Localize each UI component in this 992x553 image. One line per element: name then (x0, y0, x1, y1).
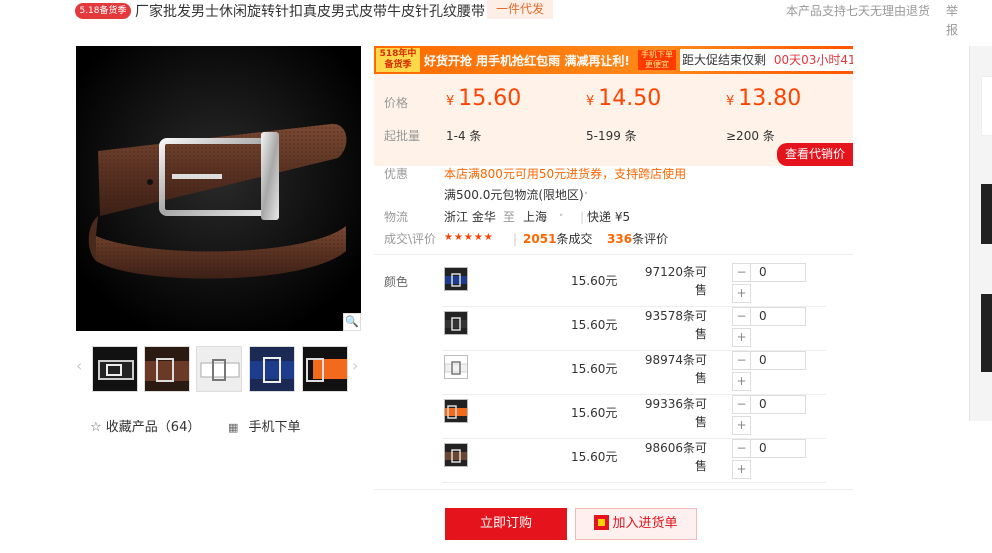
discount-text[interactable]: 本店满800元可用50元进货券，支持跨店使用 (444, 165, 686, 182)
decrement-button[interactable]: − (732, 351, 751, 370)
deals-label: 成交\评价 (384, 232, 437, 246)
price-tier-2: ¥14.50 (586, 86, 662, 111)
dropship-tag[interactable]: 一件代发 (487, 0, 554, 19)
star-icon: ☆ (90, 420, 102, 435)
increment-button[interactable]: + (732, 372, 751, 391)
rating-stars: ★★★★★ (444, 232, 494, 243)
sku-swatch[interactable] (444, 355, 468, 379)
chevron-left-icon[interactable]: ‹ (76, 356, 82, 375)
report-link[interactable]: 举报 (946, 2, 960, 40)
thumbnail-1[interactable] (92, 346, 138, 392)
promo-banner[interactable]: 518年中备货季 好货开抢 用手机抢红包雨 满减再让利! 手机下单更便宜 距大促… (374, 46, 853, 74)
quantity-input[interactable]: 0 (750, 395, 806, 414)
reviews-count-link[interactable]: 336条评价 (607, 230, 668, 247)
agent-price-button[interactable]: 查看代销价 (777, 143, 853, 166)
range-tier-1: 1-4 条 (446, 129, 482, 143)
increment-button[interactable]: + (732, 284, 751, 303)
sku-row: 15.60元 99336条可售 − 0 + (442, 395, 826, 439)
quantity-input[interactable]: 0 (750, 351, 806, 370)
increment-button[interactable]: + (732, 328, 751, 347)
recommend-thumb[interactable] (981, 76, 992, 136)
logistics-label: 物流 (384, 210, 409, 224)
mobile-order-label: 手机下单 (248, 420, 301, 435)
thumbnail-5[interactable] (302, 346, 348, 392)
main-product-image[interactable] (76, 46, 361, 331)
return-policy-note: 本产品支持七天无理由退货 (786, 4, 931, 18)
sku-stock: 98606条可售 (644, 441, 707, 473)
add-to-cart-label: 加入进货单 (612, 516, 678, 531)
mobile-order-button[interactable]: ▦ 手机下单 (228, 416, 301, 435)
quantity-input[interactable]: 0 (750, 307, 806, 326)
decrement-button[interactable]: − (732, 263, 751, 282)
decrement-button[interactable]: − (732, 307, 751, 326)
sku-swatch[interactable] (444, 267, 468, 291)
divider (374, 254, 853, 255)
range-tier-2: 5-199 条 (586, 129, 637, 143)
quantity-input[interactable]: 0 (750, 439, 806, 458)
increment-button[interactable]: + (732, 460, 751, 479)
sku-price: 15.60元 (571, 318, 618, 332)
recommend-thumb[interactable] (981, 184, 992, 244)
product-title: 厂家批发男士休闲旋转针扣真皮男式皮带牛皮针孔纹腰带 (135, 4, 485, 20)
express-fee: | 快递 ¥5 (580, 210, 631, 224)
quantity-input[interactable]: 0 (750, 263, 806, 282)
cart-icon (594, 515, 610, 530)
promo-countdown: 距大促结束仅剩 00天03小时41分58秒 (680, 49, 853, 71)
belt-image (76, 46, 361, 331)
favorite-label: 收藏产品（64） (105, 420, 201, 435)
decrement-button[interactable]: − (732, 439, 751, 458)
sku-row: 15.60元 97120条可售 − 0 + (442, 263, 826, 307)
promo-text: 好货开抢 用手机抢红包雨 满减再让利! (424, 54, 630, 68)
chevron-right-icon[interactable]: › (352, 356, 358, 375)
sku-price: 15.60元 (571, 450, 618, 464)
buy-now-button[interactable]: 立即订购 (445, 508, 567, 540)
sku-row: 15.60元 98606条可售 − 0 + (442, 439, 826, 483)
recommend-thumb[interactable] (981, 294, 992, 372)
sku-price: 15.60元 (571, 406, 618, 420)
sku-row: 15.60元 98974条可售 − 0 + (442, 351, 826, 395)
countdown-value: 00天03小时41分58秒 (773, 53, 853, 67)
countdown-label: 距大促结束仅剩 (682, 53, 767, 67)
sku-swatch[interactable] (444, 443, 468, 467)
deals-count-link[interactable]: | 2051条成交 (513, 230, 592, 247)
favorite-button[interactable]: ☆ 收藏产品（64） (90, 416, 200, 435)
sku-row: 15.60元 93578条可售 − 0 + (442, 307, 826, 351)
sku-stock: 93578条可售 (644, 309, 707, 341)
shipping-promo[interactable]: 满500.0元包物流(限地区)˅ (444, 186, 588, 203)
logistics-from: 浙江 金华 (444, 210, 496, 224)
add-to-cart-button[interactable]: 加入进货单 (575, 508, 697, 540)
sku-price: 15.60元 (571, 362, 618, 376)
destination-select[interactable]: 上海 ˅ (523, 208, 563, 225)
moq-label: 起批量 (384, 129, 421, 143)
sku-swatch[interactable] (444, 399, 468, 423)
decrement-button[interactable]: − (732, 395, 751, 414)
increment-button[interactable]: + (732, 416, 751, 435)
season-badge: 5.18备货季 (75, 3, 131, 19)
range-tier-3: ≥200 条 (726, 129, 775, 143)
qrcode-icon: ▦ (228, 421, 239, 434)
divider (374, 489, 853, 490)
sku-stock: 99336条可售 (644, 397, 707, 429)
sku-stock: 97120条可售 (644, 265, 707, 297)
chevron-down-icon: ˅ (583, 192, 589, 202)
thumbnail-3[interactable] (196, 346, 242, 392)
magnifier-icon[interactable]: 🔍 (343, 313, 361, 331)
promo-518-badge: 518年中备货季 (376, 48, 420, 72)
price-label: 价格 (384, 96, 409, 110)
discount-label: 优惠 (384, 167, 409, 181)
logistics-to-word: 至 (503, 210, 516, 224)
sku-stock: 98974条可售 (644, 353, 707, 385)
promo-mobile-tag: 手机下单更便宜 (638, 50, 676, 70)
price-tier-3: ¥13.80 (726, 86, 802, 111)
color-label: 颜色 (384, 275, 409, 289)
thumbnail-2[interactable] (144, 346, 190, 392)
thumbnail-4[interactable] (249, 346, 295, 392)
sku-swatch[interactable] (444, 311, 468, 335)
price-tier-1: ¥15.60 (446, 86, 522, 111)
chevron-down-icon: ˅ (558, 214, 564, 224)
sku-price: 15.60元 (571, 274, 618, 288)
recommendation-strip (969, 46, 992, 421)
